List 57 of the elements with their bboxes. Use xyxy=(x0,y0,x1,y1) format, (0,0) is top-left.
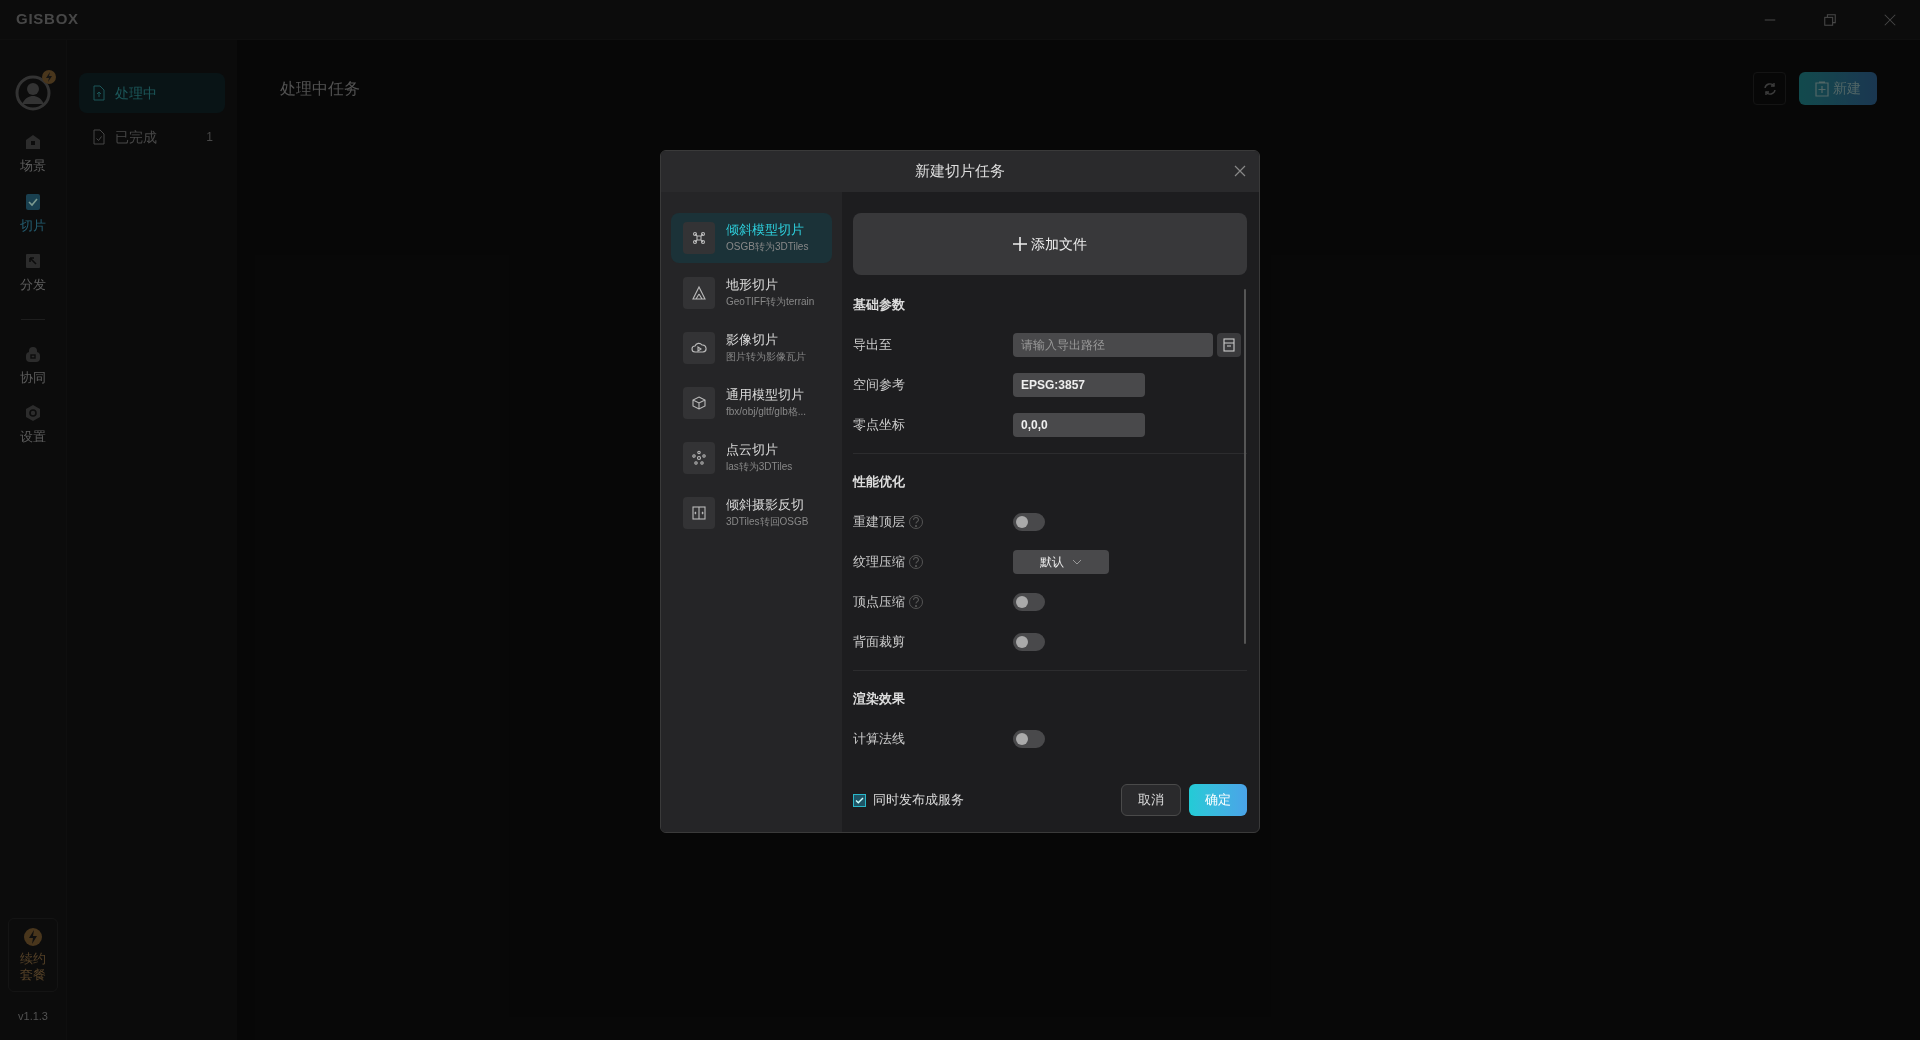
close-button[interactable] xyxy=(1233,164,1247,178)
field-label: 导出至 xyxy=(853,336,892,355)
document-icon xyxy=(1223,338,1235,352)
texture-compression-dropdown[interactable]: 默认 xyxy=(1013,550,1109,574)
point-cloud-icon xyxy=(683,442,715,474)
browse-folder-button[interactable] xyxy=(1217,333,1241,357)
document-check-icon xyxy=(23,191,43,212)
slice-type-item[interactable]: 影像切片 图片转为影像瓦片 xyxy=(671,323,832,373)
close-icon xyxy=(1883,12,1897,27)
house-icon xyxy=(23,132,43,152)
mountain-icon xyxy=(683,277,715,309)
split-frame-icon xyxy=(683,497,715,529)
publish-checkbox[interactable] xyxy=(853,793,866,807)
app-logo: GISBOX xyxy=(16,9,79,30)
add-file-button[interactable]: 添加文件 xyxy=(853,213,1247,275)
cloud-play-icon xyxy=(683,332,715,364)
chevron-down-icon xyxy=(1072,559,1082,565)
restore-icon xyxy=(1823,12,1837,27)
page-title: 处理中任务 xyxy=(280,78,360,99)
lightning-icon xyxy=(23,926,43,947)
slice-type-item[interactable]: 点云切片 las转为3DTiles xyxy=(671,433,832,483)
add-file-icon xyxy=(1815,80,1829,97)
section-heading: 性能优化 xyxy=(853,473,906,492)
drone-icon xyxy=(683,222,715,254)
scrollbar[interactable] xyxy=(1244,289,1246,644)
toggle-switch[interactable] xyxy=(1013,633,1045,651)
section-heading: 基础参数 xyxy=(853,296,906,315)
arrow-box-icon xyxy=(23,251,43,271)
slice-type-item[interactable]: 倾斜模型切片 OSGB转为3DTiles xyxy=(671,213,832,263)
field-label: 空间参考 xyxy=(853,376,905,395)
toggle-switch[interactable] xyxy=(1013,730,1045,748)
slice-type-item[interactable]: 倾斜摄影反切 3DTiles转回OSGB xyxy=(671,488,832,538)
plus-icon xyxy=(1013,237,1027,251)
cube-icon xyxy=(683,387,715,419)
export-path-field[interactable]: 请输入导出路径 xyxy=(1013,333,1213,357)
slice-type-item[interactable]: 通用模型切片 fbx/obj/gltf/glb格... xyxy=(671,378,832,428)
toggle-switch[interactable] xyxy=(1013,593,1045,611)
field-label: 计算法线 xyxy=(853,730,905,749)
field-label: 顶点压缩 xyxy=(853,593,905,612)
toggle-switch[interactable] xyxy=(1013,513,1045,531)
dialog-title: 新建切片任务 xyxy=(915,161,1005,182)
field-label: 零点坐标 xyxy=(853,416,905,435)
file-upload-icon xyxy=(91,85,107,101)
hexagon-icon xyxy=(23,403,43,423)
checkbox-label: 同时发布成服务 xyxy=(873,791,964,810)
file-check-icon xyxy=(91,129,107,145)
field-label: 重建顶层 xyxy=(853,513,905,532)
field-label: 背面裁剪 xyxy=(853,633,905,652)
text-field[interactable]: EPSG:3857 xyxy=(1013,373,1145,397)
refresh-button[interactable] xyxy=(1753,72,1786,105)
section-heading: 渲染效果 xyxy=(853,690,906,709)
text-field[interactable]: 0,0,0 xyxy=(1013,413,1145,437)
refresh-icon xyxy=(1761,80,1778,97)
slice-type-item[interactable]: 地形切片 GeoTIFF转为terrain xyxy=(671,268,832,318)
version-label: v1.1.3 xyxy=(18,1008,48,1024)
field-label: 纹理压缩 xyxy=(853,553,905,572)
cancel-button[interactable]: 取消 xyxy=(1121,784,1181,816)
